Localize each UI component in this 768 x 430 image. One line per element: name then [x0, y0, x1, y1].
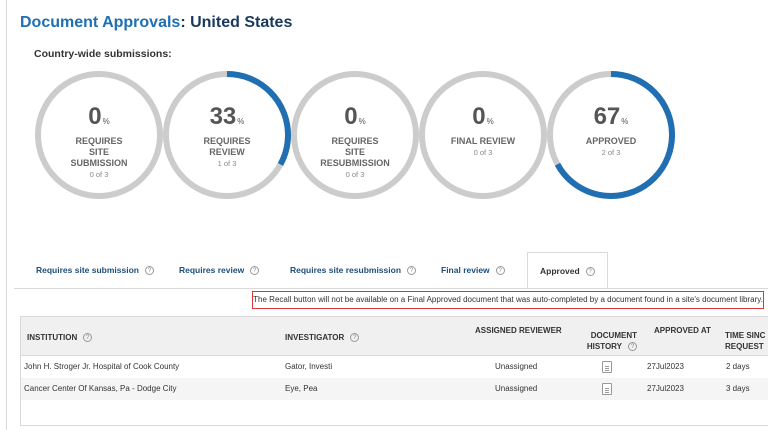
- cell-assigned-reviewer: Unassigned: [495, 362, 538, 371]
- tab-requires-site-submission[interactable]: Requires site submission?: [36, 252, 154, 288]
- recall-notice: The Recall button will not be available …: [252, 291, 764, 309]
- gauge-requires-review[interactable]: 33% REQUIRES REVIEW 1 of 3: [161, 69, 293, 201]
- gauge-approved[interactable]: 67% APPROVED 2 of 3: [545, 69, 677, 201]
- cell-investigator: Eye, Pea: [285, 384, 318, 393]
- gauge-percent: 0%: [33, 103, 165, 131]
- gauge-ring: [419, 71, 547, 199]
- page-title-prefix: Document Approvals: [20, 14, 181, 31]
- gauge-percent: 67%: [545, 103, 677, 131]
- document-history-icon[interactable]: [602, 383, 612, 395]
- tab-requires-review[interactable]: Requires review?: [179, 252, 260, 288]
- table-row[interactable]: Cancer Center Of Kansas, Pa - Dodge City…: [21, 378, 768, 400]
- gauge-ring: [547, 71, 675, 199]
- tab-requires-site-resubmission[interactable]: Requires site resubmission?: [290, 252, 417, 288]
- gauge-value: 0: [472, 103, 486, 130]
- gauge-unit: %: [102, 117, 110, 126]
- gauge-percent: 33%: [161, 103, 293, 131]
- document-history-icon[interactable]: [602, 361, 612, 373]
- help-icon[interactable]: ?: [495, 266, 505, 275]
- gauge-ring: [163, 71, 291, 199]
- column-header-approved-at[interactable]: APPROVED AT: [654, 325, 711, 336]
- gauge-count: 0 of 3: [345, 170, 365, 179]
- gauge-percent: 0%: [289, 103, 421, 131]
- cell-time-since-request: 3 days: [726, 384, 750, 393]
- gauge-label: FINAL REVIEW 0 of 3: [433, 136, 533, 158]
- gauge-label: REQUIRES SITE SUBMISSION 0 of 3: [49, 136, 149, 180]
- gauge-ring: [291, 71, 419, 199]
- gauge-label: APPROVED 2 of 3: [561, 136, 661, 158]
- cell-institution: Cancer Center Of Kansas, Pa - Dodge City: [24, 384, 177, 393]
- help-icon[interactable]: ?: [585, 267, 595, 276]
- column-header-institution[interactable]: INSTITUTION?: [27, 332, 93, 343]
- gauge-unit: %: [621, 117, 629, 126]
- table-row[interactable]: John H. Stroger Jr. Hospital of Cook Cou…: [21, 356, 768, 378]
- gauge-label: REQUIRES SITE RESUBMISSION 0 of 3: [305, 136, 405, 180]
- gauge-value: 0: [344, 103, 358, 130]
- help-icon[interactable]: ?: [350, 333, 360, 342]
- table-header: INSTITUTION? INVESTIGATOR? ASSIGNED REVI…: [21, 316, 768, 356]
- gauge-requires-site-resubmission[interactable]: 0% REQUIRES SITE RESUBMISSION 0 of 3: [289, 69, 421, 201]
- gauge-value: 67: [593, 103, 621, 130]
- help-icon[interactable]: ?: [407, 266, 417, 275]
- gauge-final-review[interactable]: 0% FINAL REVIEW 0 of 3: [417, 69, 549, 201]
- gauge-count: 0 of 3: [89, 170, 109, 179]
- column-header-time-since-request[interactable]: TIME SINC REQUEST: [725, 330, 765, 352]
- column-header-investigator[interactable]: INVESTIGATOR?: [285, 332, 360, 343]
- gauge-count: 1 of 3: [217, 159, 237, 168]
- gauge-unit: %: [486, 117, 494, 126]
- submission-tabs: Requires site submission? Requires revie…: [22, 252, 768, 289]
- gauge-count: 0 of 3: [473, 148, 493, 157]
- column-header-document-history[interactable]: DOCUMENT HISTORY?: [581, 330, 637, 352]
- help-icon[interactable]: ?: [628, 342, 637, 351]
- gauge-ring: [35, 71, 163, 199]
- cell-investigator: Gator, Investi: [285, 362, 333, 371]
- submissions-subheading: Country-wide submissions:: [34, 48, 172, 60]
- gauge-label: REQUIRES REVIEW 1 of 3: [177, 136, 277, 169]
- tab-label: Requires review: [179, 265, 245, 275]
- gauge-unit: %: [237, 117, 245, 126]
- page-title: Document Approvals: United States: [20, 14, 292, 32]
- gauge-unit: %: [358, 117, 366, 126]
- tab-label: Requires site resubmission: [290, 265, 402, 275]
- approvals-table: INSTITUTION? INVESTIGATOR? ASSIGNED REVI…: [20, 316, 768, 426]
- tab-approved[interactable]: Approved?: [527, 252, 608, 289]
- tab-divider: [14, 288, 768, 289]
- help-icon[interactable]: ?: [83, 333, 93, 342]
- tab-label: Approved: [540, 266, 580, 276]
- column-header-assigned-reviewer[interactable]: ASSIGNED REVIEWER: [475, 325, 562, 336]
- help-icon[interactable]: ?: [144, 266, 154, 275]
- page-frame-border: [6, 0, 7, 430]
- cell-time-since-request: 2 days: [726, 362, 750, 371]
- gauge-requires-site-submission[interactable]: 0% REQUIRES SITE SUBMISSION 0 of 3: [33, 69, 165, 201]
- tab-final-review[interactable]: Final review?: [441, 252, 505, 288]
- tab-label: Requires site submission: [36, 265, 139, 275]
- gauge-count: 2 of 3: [601, 148, 621, 157]
- gauge-percent: 0%: [417, 103, 549, 131]
- cell-approved-at: 27Jul2023: [647, 362, 684, 371]
- cell-approved-at: 27Jul2023: [647, 384, 684, 393]
- cell-institution: John H. Stroger Jr. Hospital of Cook Cou…: [24, 362, 180, 371]
- gauge-value: 33: [209, 103, 237, 130]
- page-title-suffix: : United States: [180, 14, 293, 31]
- gauge-value: 0: [88, 103, 102, 130]
- help-icon[interactable]: ?: [250, 266, 260, 275]
- cell-assigned-reviewer: Unassigned: [495, 384, 538, 393]
- tab-label: Final review: [441, 265, 490, 275]
